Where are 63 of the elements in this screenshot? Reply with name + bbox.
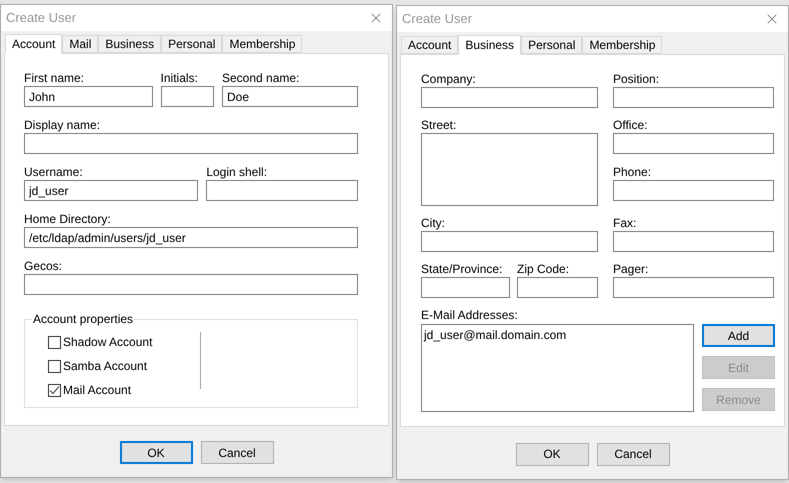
text-field[interactable] [421, 277, 510, 298]
field-label: Pager: [613, 262, 650, 276]
text-area[interactable] [421, 133, 598, 206]
text-field[interactable] [613, 87, 774, 108]
text-field[interactable] [24, 274, 358, 295]
tab[interactable]: Membership [582, 36, 662, 54]
field-label: E-Mail Addresses: [421, 308, 519, 322]
text-field[interactable] [24, 133, 358, 154]
field-label: Office: [613, 118, 648, 132]
checkbox-label: Mail Account [63, 382, 132, 399]
text-field[interactable] [421, 87, 598, 108]
dialog-button[interactable]: OK [120, 441, 192, 464]
check-icon [49, 384, 60, 396]
tab[interactable]: Personal [161, 35, 222, 53]
group-title: Account properties [32, 311, 134, 328]
email-list-item[interactable]: jd_user@mail.domain.com [424, 326, 691, 344]
dialog-button[interactable]: Cancel [200, 441, 274, 464]
field-label: Zip Code: [517, 262, 570, 276]
text-field[interactable] [517, 277, 598, 298]
field-label: Second name: [222, 71, 300, 85]
field-label: Login shell: [206, 165, 268, 179]
field-label: Fax: [613, 216, 638, 230]
field-label: Street: [421, 118, 458, 132]
field-label: State/Province: [421, 262, 504, 276]
tab[interactable]: Mail [62, 35, 98, 53]
text-field[interactable]: /etc/ldap/admin/users/jd_user [24, 227, 358, 248]
checkbox-label: Samba Account [63, 358, 148, 375]
checkbox[interactable] [48, 336, 61, 348]
dialog-button[interactable]: Cancel [596, 442, 670, 466]
text-field[interactable]: jd_user [24, 180, 198, 201]
tab[interactable]: Business [458, 35, 522, 55]
field-label: Position: [613, 72, 660, 86]
dialog-button[interactable]: OK [516, 442, 588, 466]
text-field[interactable] [613, 180, 774, 201]
checkbox[interactable] [48, 384, 61, 396]
text-field[interactable]: John [24, 86, 153, 107]
text-field[interactable] [613, 133, 774, 154]
text-field[interactable] [206, 180, 358, 201]
field-label: Initials: [160, 71, 199, 85]
field-label: Company: [421, 72, 477, 86]
tab[interactable]: Account [401, 36, 458, 54]
window-title: Create User [6, 9, 76, 28]
field-label: Phone: [613, 165, 652, 179]
field-label: Gecos: [24, 259, 64, 273]
tab[interactable]: Account [5, 34, 62, 54]
checkbox[interactable] [48, 360, 61, 372]
field-label: Display name: [24, 118, 102, 132]
tab[interactable]: Business [98, 35, 162, 53]
text-field[interactable] [613, 231, 774, 252]
tab[interactable]: Personal [521, 36, 582, 54]
text-field[interactable] [160, 86, 214, 107]
dialog-button[interactable]: Add [702, 324, 775, 347]
tab[interactable]: Membership [222, 35, 302, 53]
text-field[interactable] [613, 277, 774, 298]
field-label: City: [421, 216, 446, 230]
text-field[interactable] [421, 231, 598, 252]
checkbox-label: Shadow Account [63, 334, 152, 351]
text-field[interactable]: Doe [222, 86, 358, 107]
email-list[interactable]: jd_user@mail.domain.com [421, 324, 694, 412]
field-label: First name: [24, 71, 86, 85]
field-label: Username: [24, 165, 84, 179]
window-title: Create User [402, 10, 472, 28]
field-label: Home Directory: [24, 212, 112, 226]
